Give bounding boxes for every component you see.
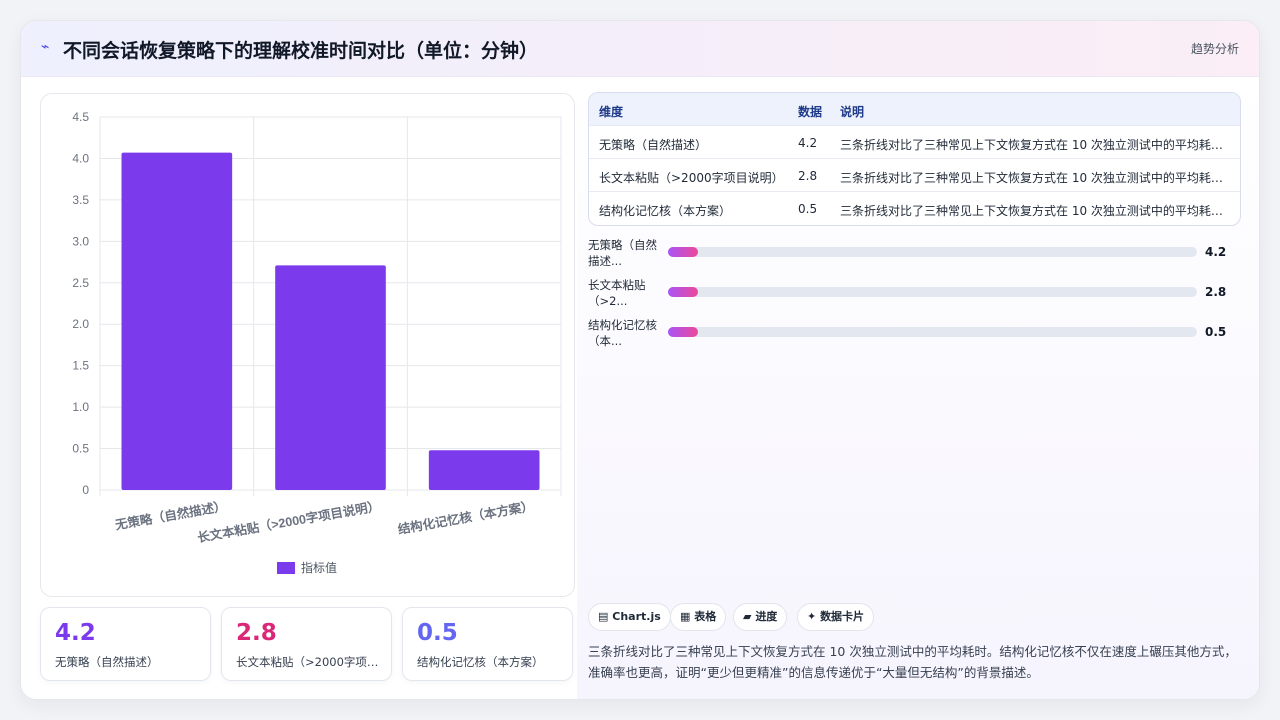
table-cell-dimension: 无策略（自然描述） bbox=[599, 138, 708, 152]
progress-row: 结构化记忆核（本... 0.5 bbox=[588, 317, 1248, 349]
table-cell-note: 三条折线对比了三种常见上下文恢复方式在 10 次独立测试中的平均耗时。结构化记忆… bbox=[840, 171, 1234, 185]
kpi-card-no-strategy: 4.2 无策略（自然描述） bbox=[40, 607, 211, 681]
kpi-card-long-paste: 2.8 长文本粘贴（>2000字项目说明） bbox=[221, 607, 392, 681]
chip-table[interactable]: ▦ 表格 bbox=[670, 603, 727, 631]
y-tick-label: 1.0 bbox=[72, 400, 89, 414]
progress-fill bbox=[668, 327, 699, 337]
legend-swatch bbox=[277, 562, 295, 574]
chip-label: 表格 bbox=[694, 610, 717, 623]
page-title: 不同会话恢复策略下的理解校准时间对比（单位：分钟） bbox=[63, 40, 539, 62]
table-row: 长文本粘贴（>2000字项目说明） 2.8 三条折线对比了三种常见上下文恢复方式… bbox=[589, 159, 1240, 192]
table-row: 无策略（自然描述） 4.2 三条折线对比了三种常见上下文恢复方式在 10 次独立… bbox=[589, 126, 1240, 159]
kpi-label: 无策略（自然描述） bbox=[55, 655, 159, 669]
progress-label: 无策略（自然描述... bbox=[588, 238, 657, 268]
chip-data-cards[interactable]: ✦ 数据卡片 bbox=[797, 603, 875, 631]
progress-track bbox=[668, 327, 1197, 337]
bar-chart: 0 0.5 1.0 1.5 2.0 2.5 3.0 3.5 4.0 4.5 无策略（自然描述）长文本… bbox=[72, 110, 562, 575]
progress-value: 4.2 bbox=[1205, 245, 1227, 259]
chart-legend: 指标值 bbox=[277, 560, 337, 575]
bar bbox=[275, 265, 386, 490]
table-header-dimension: 维度 bbox=[599, 105, 624, 119]
progress-icon: ▰ bbox=[743, 610, 752, 623]
x-axis-labels: 无策略（自然描述）长文本粘贴（>2000字项目说明） 结构化记忆核（本方案） bbox=[113, 498, 535, 545]
table-cell-dimension: 长文本粘贴（>2000字项目说明） bbox=[599, 171, 784, 185]
y-tick-label: 4.5 bbox=[72, 110, 89, 124]
sparkle-icon: ✦ bbox=[807, 610, 817, 623]
table-icon: ▦ bbox=[680, 610, 691, 623]
table-cell-value: 4.2 bbox=[798, 136, 818, 150]
progress-fill bbox=[668, 287, 699, 297]
table-cell-note: 三条折线对比了三种常见上下文恢复方式在 10 次独立测试中的平均耗时。结构化记忆… bbox=[840, 204, 1234, 218]
x-tick-label: 结构化记忆核（本方案） bbox=[397, 498, 535, 537]
chip-label: 数据卡片 bbox=[820, 610, 865, 623]
progress-row: 长文本粘贴（>2... 2.8 bbox=[588, 277, 1248, 309]
progress-fill bbox=[668, 247, 699, 257]
table-cell-dimension: 结构化记忆核（本方案） bbox=[599, 204, 732, 218]
progress-label: 长文本粘贴（>2... bbox=[588, 278, 646, 308]
legend-label: 指标值 bbox=[301, 560, 337, 575]
progress-value: 0.5 bbox=[1205, 325, 1227, 339]
table-header-note: 说明 bbox=[840, 105, 865, 119]
kpi-value: 4.2 bbox=[55, 620, 96, 646]
table-header-data: 数据 bbox=[798, 105, 823, 119]
chip-label: 进度 bbox=[755, 610, 778, 623]
table-cell-value: 0.5 bbox=[798, 202, 818, 216]
trend-analysis-link[interactable]: 趋势分析 bbox=[1191, 40, 1239, 57]
progress-track bbox=[668, 247, 1197, 257]
progress-label: 结构化记忆核（本... bbox=[588, 318, 657, 348]
table-row: 结构化记忆核（本方案） 0.5 三条折线对比了三种常见上下文恢复方式在 10 次… bbox=[589, 192, 1240, 225]
kpi-card-memory-core: 0.5 结构化记忆核（本方案） bbox=[402, 607, 573, 681]
y-tick-label: 0 bbox=[82, 483, 89, 497]
kpi-value: 2.8 bbox=[236, 620, 277, 646]
chart-panel: 0 0.5 1.0 1.5 2.0 2.5 3.0 3.5 4.0 4.5 无策略（自然描述） 长文本… bbox=[40, 93, 575, 597]
header-bar: ⌁ 不同会话恢复策略下的理解校准时间对比（单位：分钟） 趋势分析 bbox=[21, 21, 1259, 77]
y-tick-label: 1.5 bbox=[72, 359, 89, 373]
table-header-row: 维度 数据 说明 bbox=[589, 93, 1240, 126]
progress-row: 无策略（自然描述... 4.2 bbox=[588, 237, 1248, 269]
table-cell-note: 三条折线对比了三种常见上下文恢复方式在 10 次独立测试中的平均耗时。结构化记忆… bbox=[840, 138, 1234, 152]
bar bbox=[121, 152, 233, 491]
y-tick-label: 0.5 bbox=[72, 442, 89, 456]
kpi-label: 长文本粘贴（>2000字项目说明） bbox=[236, 655, 384, 669]
progress-track bbox=[668, 287, 1197, 297]
x-tick-label: 无策略（自然描述） bbox=[113, 498, 227, 532]
dashboard-card: ⌁ 不同会话恢复策略下的理解校准时间对比（单位：分钟） 趋势分析 0 0.5 1.0… bbox=[20, 20, 1260, 700]
kpi-label: 结构化记忆核（本方案） bbox=[417, 655, 544, 669]
kpi-value: 0.5 bbox=[417, 620, 458, 646]
description-text: 三条折线对比了三种常见上下文恢复方式在 10 次独立测试中的平均耗时。结构化记忆… bbox=[588, 644, 1237, 680]
y-tick-label: 3.5 bbox=[72, 193, 89, 207]
data-table: 维度 数据 说明 无策略（自然描述） 4.2 三条折线对比了三种常见上下文恢复方… bbox=[588, 92, 1241, 226]
trend-icon: ⌁ bbox=[41, 39, 50, 55]
chart-bars bbox=[121, 152, 540, 491]
chip-chartjs[interactable]: ▤ Chart.js bbox=[588, 603, 671, 631]
y-tick-label: 3.0 bbox=[72, 234, 89, 248]
bar bbox=[428, 450, 540, 490]
y-tick-label: 2.5 bbox=[72, 276, 89, 290]
chip-progress[interactable]: ▰ 进度 bbox=[733, 603, 788, 631]
table-cell-value: 2.8 bbox=[798, 169, 818, 183]
chart-icon: ▤ bbox=[598, 610, 609, 623]
chip-label: Chart.js bbox=[612, 610, 661, 623]
y-tick-label: 2.0 bbox=[72, 317, 89, 331]
y-tick-label: 4.0 bbox=[72, 151, 89, 165]
progress-value: 2.8 bbox=[1205, 285, 1227, 299]
